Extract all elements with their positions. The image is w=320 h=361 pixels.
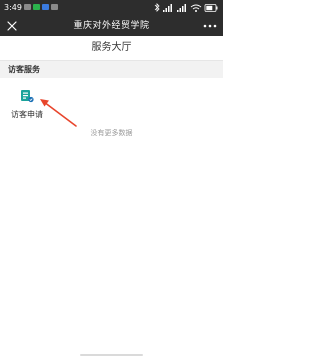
home-indicator[interactable]: [80, 354, 143, 356]
status-bar: 3:49: [0, 0, 223, 16]
service-label: 访客申请: [11, 110, 43, 119]
service-item-visitor-application[interactable]: 访客申请: [5, 84, 49, 126]
wifi-icon: [190, 4, 202, 12]
more-button[interactable]: [203, 24, 217, 28]
notification-icon: [24, 4, 31, 10]
section-header: 访客服务: [0, 61, 223, 78]
section-title: 访客服务: [8, 65, 40, 74]
signal-icon: [163, 4, 172, 12]
visitor-form-icon: [20, 89, 34, 103]
battery-icon: [204, 4, 218, 12]
status-indicators: [153, 3, 219, 13]
page-header: 服务大厅: [0, 36, 223, 61]
bluetooth-icon: [154, 3, 160, 12]
app-notification-icon: [42, 4, 49, 10]
signal-icon-2: [177, 4, 186, 12]
window-title: 重庆对外经贸学院: [73, 21, 150, 31]
notification-icon-2: [51, 4, 58, 10]
app-screen: 3:49 重庆对外经贸学院 服务大厅 访客服务 访客申请 没有更多数据: [0, 0, 223, 361]
wechat-icon: [33, 4, 40, 10]
close-button[interactable]: [6, 20, 18, 32]
title-bar: 重庆对外经贸学院: [0, 16, 223, 36]
status-time: 3:49: [4, 3, 22, 12]
more-icon: [203, 24, 217, 28]
close-icon: [7, 21, 17, 31]
page-title: 服务大厅: [91, 42, 132, 53]
no-more-data-note: 没有更多数据: [90, 129, 133, 137]
